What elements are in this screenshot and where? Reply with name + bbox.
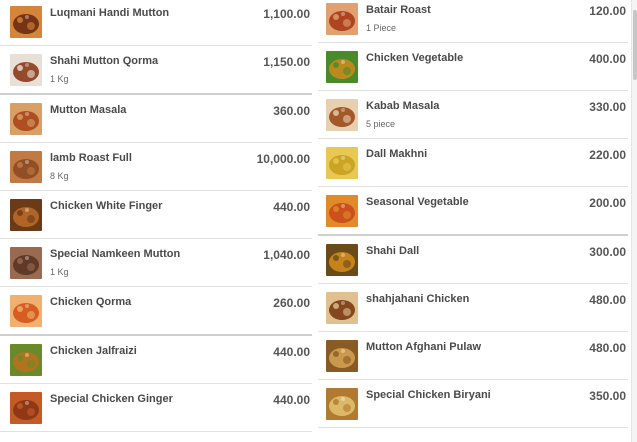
menu-item-name: Seasonal Vegetable — [366, 196, 469, 208]
menu-item-price: 480.00 — [589, 293, 626, 307]
menu-item-price: 260.00 — [273, 296, 310, 310]
menu-item-name: shahjahani Chicken — [366, 293, 470, 305]
menu-item-name: Batair Roast — [366, 4, 431, 16]
kabab-masala-icon — [326, 99, 358, 131]
menu-item-price: 200.00 — [589, 196, 626, 210]
menu-item[interactable]: Chicken Vegetable 400.00 — [318, 43, 628, 91]
shahjahani-chicken-icon — [326, 292, 358, 324]
menu-item-price: 10,000.00 — [256, 152, 310, 166]
menu-item-name: Mutton Afghani Pulaw — [366, 341, 482, 353]
menu-item-price: 350.00 — [589, 389, 626, 403]
vertical-scrollbar[interactable] — [631, 0, 637, 442]
menu-item[interactable]: Kabab Masala 5 piece 330.00 — [318, 91, 628, 139]
menu-item-quantity: 8 Kg — [50, 171, 69, 181]
menu-item-price: 440.00 — [273, 393, 310, 407]
menu-item[interactable]: Seasonal Vegetable 200.00 — [318, 187, 628, 236]
menu-item[interactable]: shahjahani Chicken 480.00 — [318, 284, 628, 332]
jalfrezi-dish-icon — [10, 344, 42, 376]
menu-item-name: Shahi Dall — [366, 245, 420, 257]
menu-item-name: Chicken Qorma — [50, 296, 132, 308]
menu-item[interactable]: Mutton Masala 360.00 — [0, 95, 312, 143]
menu-item-price: 300.00 — [589, 245, 626, 259]
menu-item-price: 330.00 — [589, 100, 626, 114]
menu-item[interactable]: Chicken Qorma 260.00 — [0, 287, 312, 336]
menu-item-price: 1,040.00 — [263, 248, 310, 262]
menu-item-name: Chicken White Finger — [50, 200, 163, 212]
afghani-pulao-icon — [326, 340, 358, 372]
menu-item[interactable]: Shahi Mutton Qorma 1 Kg 1,150.00 — [0, 46, 312, 95]
menu-item-price: 120.00 — [589, 4, 626, 18]
dal-makhni-icon — [326, 147, 358, 179]
menu-item[interactable]: Chicken White Finger 440.00 — [0, 191, 312, 239]
menu-item[interactable]: Special Chicken Biryani 350.00 — [318, 380, 628, 428]
menu-page: Luqmani Handi Mutton 1,100.00 Shahi Mutton… — [0, 0, 637, 442]
menu-item-name: Shahi Mutton Qorma — [50, 55, 159, 67]
finger-chicken-icon — [10, 199, 42, 231]
menu-item[interactable]: Mutton Afghani Pulaw 480.00 — [318, 332, 628, 380]
menu-item-price: 400.00 — [589, 52, 626, 66]
menu-item[interactable]: Dall Makhni 220.00 — [318, 139, 628, 187]
menu-item-name: Kabab Masala — [366, 100, 440, 112]
menu-column-right: Batair Roast 1 Piece 120.00 Chicken Vegetab… — [318, 0, 628, 428]
menu-item[interactable]: Special Chicken Ginger 440.00 — [0, 384, 312, 432]
menu-item-quantity: 1 Kg — [50, 267, 69, 277]
menu-item-name: Chicken Vegetable — [366, 52, 464, 64]
roast-lamb-icon — [10, 151, 42, 183]
seasonal-vegetable-icon — [326, 195, 358, 227]
menu-item-quantity: 1 Kg — [50, 74, 69, 84]
menu-item[interactable]: Shahi Dall 300.00 — [318, 236, 628, 284]
menu-item-price: 440.00 — [273, 345, 310, 359]
shahi-dal-icon — [326, 244, 358, 276]
menu-item[interactable]: Chicken Jalfraizi 440.00 — [0, 336, 312, 384]
masala-dish-icon — [10, 103, 42, 135]
menu-item-price: 220.00 — [589, 148, 626, 162]
menu-item-price: 440.00 — [273, 200, 310, 214]
chicken-vegetable-icon — [326, 51, 358, 83]
qorma-bowl-icon — [10, 54, 42, 86]
roast-quail-icon — [326, 3, 358, 35]
menu-item-price: 1,100.00 — [263, 7, 310, 21]
menu-item-price: 480.00 — [589, 341, 626, 355]
namkeen-mutton-icon — [10, 247, 42, 279]
scrollbar-thumb[interactable] — [633, 10, 637, 80]
menu-item[interactable]: Batair Roast 1 Piece 120.00 — [318, 0, 628, 43]
menu-item-name: Special Namkeen Mutton — [50, 248, 181, 260]
menu-item-quantity: 5 piece — [366, 119, 396, 129]
menu-item-name: Mutton Masala — [50, 104, 127, 116]
ginger-chicken-icon — [10, 392, 42, 424]
curry-dish-icon — [10, 6, 42, 38]
menu-column-left: Luqmani Handi Mutton 1,100.00 Shahi Mutton… — [0, 0, 312, 432]
menu-item-price: 1,150.00 — [263, 55, 310, 69]
chicken-qorma-icon — [10, 295, 42, 327]
chicken-biryani-icon — [326, 388, 358, 420]
menu-item[interactable]: Special Namkeen Mutton 1 Kg 1,040.00 — [0, 239, 312, 287]
menu-item-price: 360.00 — [273, 104, 310, 118]
menu-item-name: Special Chicken Ginger — [50, 393, 173, 405]
menu-item-name: lamb Roast Full — [50, 152, 132, 164]
menu-item-name: Chicken Jalfraizi — [50, 345, 137, 357]
menu-item[interactable]: Luqmani Handi Mutton 1,100.00 — [0, 0, 312, 46]
menu-item-name: Luqmani Handi Mutton — [50, 7, 170, 19]
menu-item-name: Special Chicken Biryani — [366, 389, 491, 401]
menu-item-name: Dall Makhni — [366, 148, 428, 160]
menu-item[interactable]: lamb Roast Full 8 Kg 10,000.00 — [0, 143, 312, 191]
menu-item-quantity: 1 Piece — [366, 23, 397, 33]
